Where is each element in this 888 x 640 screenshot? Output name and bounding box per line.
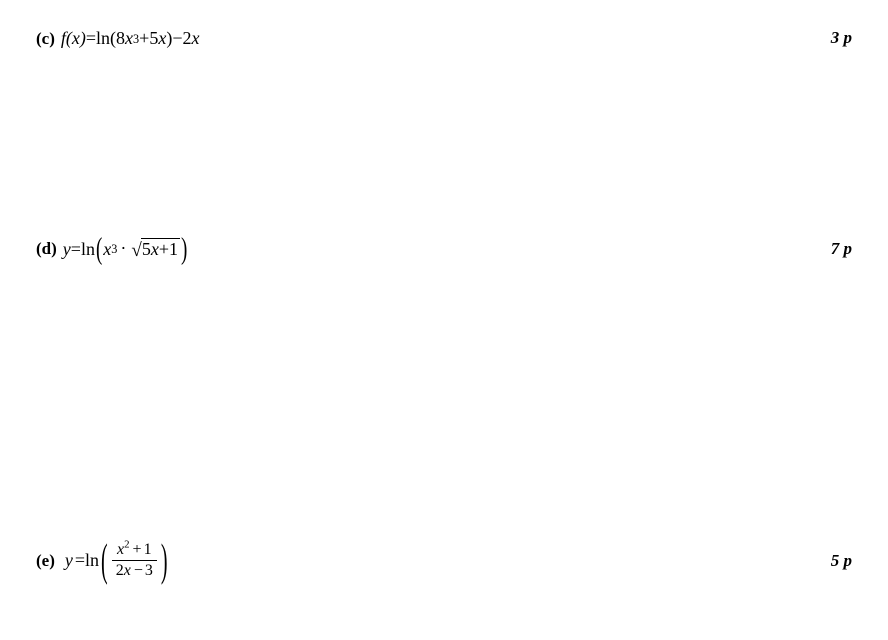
denominator: 2x − 3 <box>112 560 157 581</box>
problem-d-points: 7 p <box>831 239 852 259</box>
problem-c-label: (c) <box>36 29 55 49</box>
t1-var: x <box>125 28 133 49</box>
equals: = <box>75 550 85 571</box>
t2-var: x <box>158 28 166 49</box>
rad-coef: 5 <box>142 239 151 260</box>
plus: + <box>139 28 149 49</box>
radicand: 5x + 1 <box>141 238 180 260</box>
lhs-var: y <box>65 550 73 571</box>
sqrt: √ 5x + 1 <box>131 238 180 260</box>
f1-var: x <box>103 239 111 260</box>
t3-var: x <box>191 28 199 49</box>
problem-d-equation: y = ln(x3 · √ 5x + 1 ) <box>63 238 189 260</box>
den-const: 3 <box>145 562 153 579</box>
dot-icon: · <box>120 238 126 259</box>
problem-e-equation: y = ln( x2 + 1 2x − 3 ) <box>65 540 170 581</box>
lhs-arg: (x) <box>66 28 86 49</box>
problem-e-points: 5 p <box>831 551 852 571</box>
problem-e-content: (e) y = ln( x2 + 1 2x − 3 ) <box>36 540 170 581</box>
paren-close: ) <box>159 538 170 584</box>
rad-const: 1 <box>169 239 178 260</box>
den-coef: 2 <box>116 562 124 579</box>
problem-c-equation: f(x) = ln(8x3 + 5x) − 2x <box>61 28 200 49</box>
problem-c-content: (c) f(x) = ln(8x3 + 5x) − 2x <box>36 28 199 49</box>
numerator: x2 + 1 <box>113 540 156 560</box>
minus: − <box>172 28 182 49</box>
den-minus: − <box>131 562 145 579</box>
problem-c: (c) f(x) = ln(8x3 + 5x) − 2x 3 p <box>36 28 852 49</box>
num-const: 1 <box>144 541 152 558</box>
ln: ln <box>85 550 99 571</box>
lhs-var: y <box>63 239 71 260</box>
t2-coef: 5 <box>149 28 158 49</box>
paren-open: ( <box>99 538 110 584</box>
equals: = <box>86 28 96 49</box>
t1-coef: 8 <box>116 28 125 49</box>
ln: ln <box>81 239 95 260</box>
paren-open: ( <box>95 234 103 264</box>
problem-d-label: (d) <box>36 239 57 259</box>
problem-e: (e) y = ln( x2 + 1 2x − 3 ) 5 p <box>36 540 852 581</box>
problem-d-content: (d) y = ln(x3 · √ 5x + 1 ) <box>36 238 188 260</box>
num-plus: + <box>130 541 144 558</box>
rad-plus: + <box>159 239 169 260</box>
equals: = <box>71 239 81 260</box>
fraction: x2 + 1 2x − 3 <box>112 540 157 581</box>
problem-d: (d) y = ln(x3 · √ 5x + 1 ) 7 p <box>36 238 852 260</box>
ln: ln <box>96 28 110 49</box>
paren-close: ) <box>180 234 188 264</box>
den-var: x <box>124 562 131 579</box>
problem-c-points: 3 p <box>831 28 852 48</box>
rad-var: x <box>151 239 159 260</box>
problem-e-label: (e) <box>36 551 55 571</box>
